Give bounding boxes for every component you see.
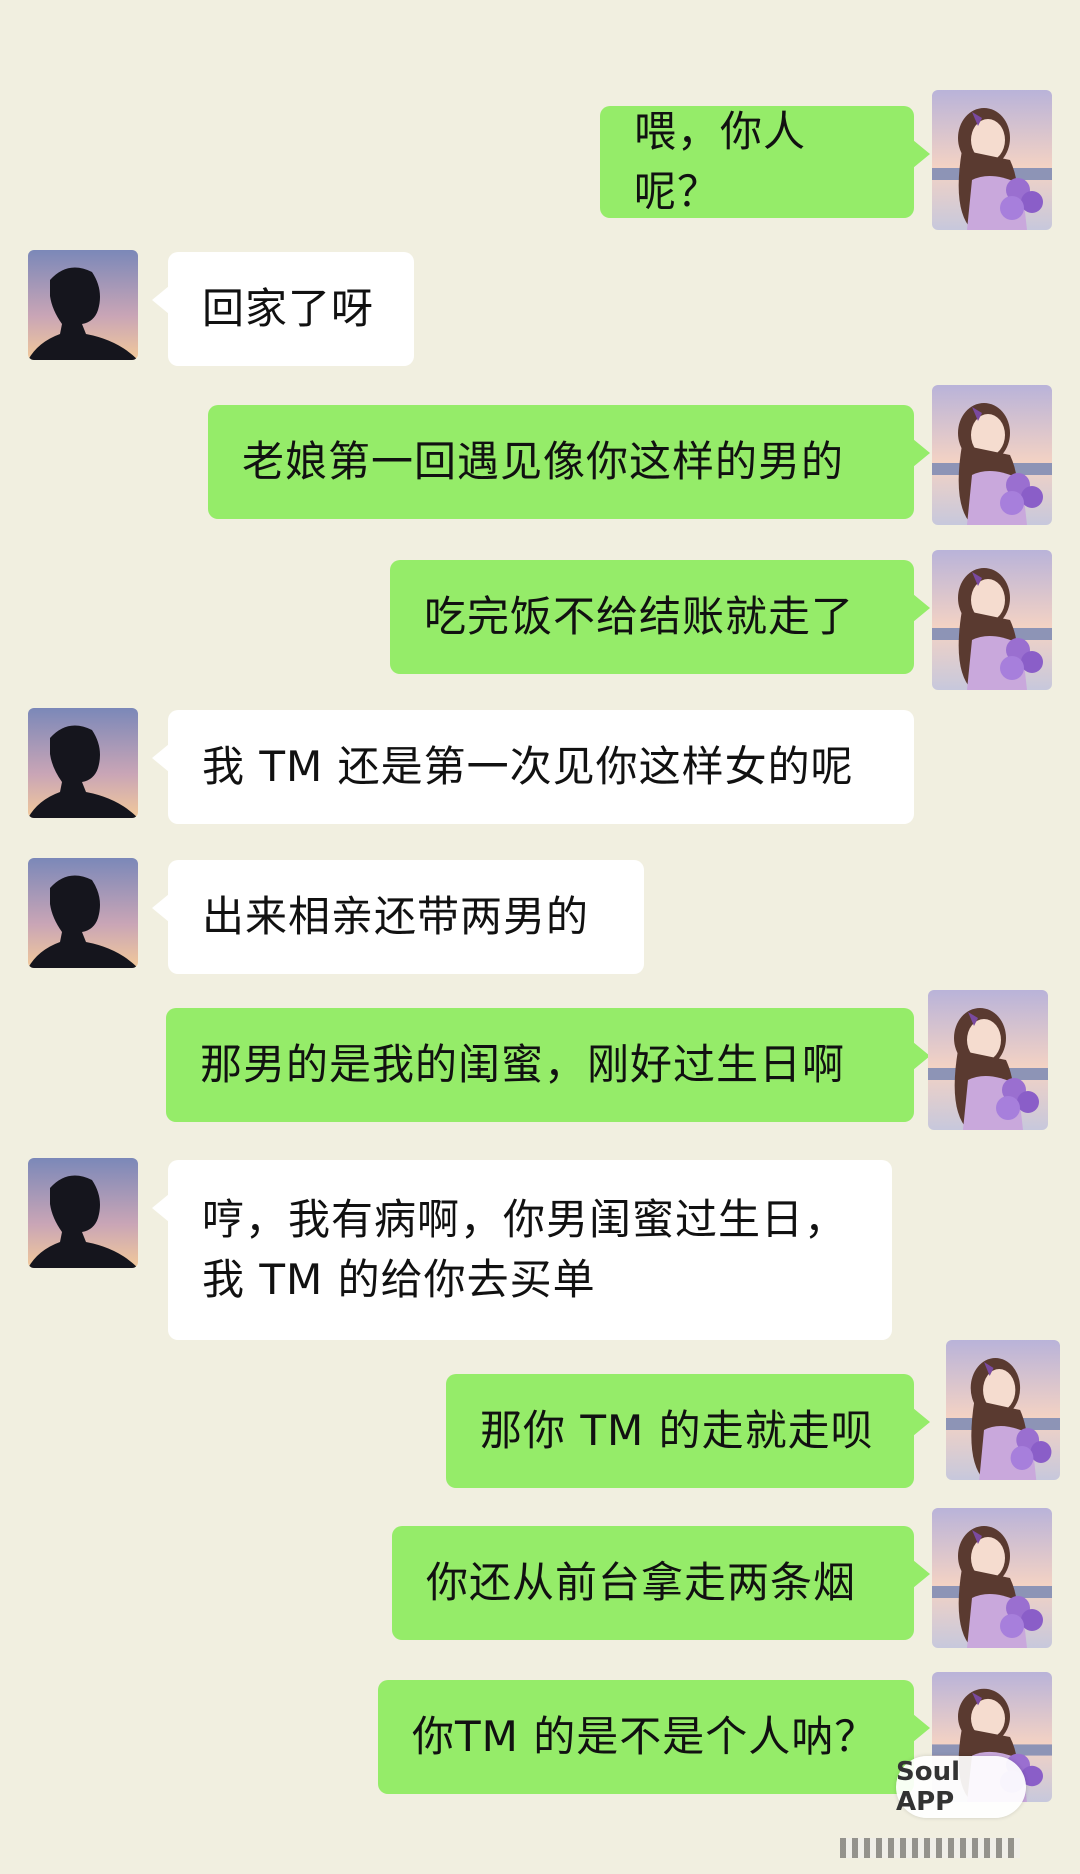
message-text: 回家了呀 (202, 284, 375, 333)
message-text: 那男的是我的闺蜜，刚好过生日啊 (200, 1040, 846, 1089)
received-bubble[interactable]: 我 TM 还是第一次见你这样女的呢 (152, 710, 914, 824)
watermark-barcode (840, 1838, 1020, 1858)
sent-bubble[interactable]: 吃完饭不给结账就走了 (390, 560, 930, 674)
message-text: 你还从前台拿走两条烟 (426, 1558, 857, 1607)
male-silhouette-avatar-icon[interactable] (28, 250, 138, 360)
male-silhouette-avatar-icon[interactable] (28, 1158, 138, 1268)
message-text: 你TM 的是不是个人呐？ (412, 1712, 878, 1761)
received-bubble[interactable]: 出来相亲还带两男的 (152, 860, 644, 974)
sent-bubble[interactable]: 老娘第一回遇见像你这样的男的 (208, 405, 930, 519)
girl-avatar-icon[interactable] (946, 1340, 1060, 1480)
message-text: 喂，你人呢？ (634, 107, 807, 216)
message-text-line-1: 哼，我有病啊，你男闺蜜过生日， (202, 1195, 848, 1244)
girl-avatar-icon[interactable] (932, 90, 1052, 230)
message-text-line-2: 我 TM 的给你去买单 (202, 1255, 596, 1304)
male-silhouette-avatar-icon[interactable] (28, 708, 138, 818)
sent-bubble[interactable]: 你TM 的是不是个人呐？ (378, 1680, 930, 1794)
soul-app-watermark: Soul APP (896, 1756, 1026, 1818)
sent-bubble[interactable]: 那你 TM 的走就走呗 (446, 1374, 930, 1488)
girl-avatar-icon[interactable] (932, 1508, 1052, 1648)
received-bubble[interactable]: 哼，我有病啊，你男闺蜜过生日， 我 TM 的给你去买单 (152, 1160, 892, 1340)
sent-bubble[interactable]: 喂，你人呢？ (600, 106, 930, 218)
message-text: 出来相亲还带两男的 (202, 892, 590, 941)
message-text: 老娘第一回遇见像你这样的男的 (242, 437, 845, 486)
received-bubble[interactable]: 回家了呀 (152, 252, 414, 366)
message-text: 那你 TM 的走就走呗 (480, 1406, 874, 1455)
message-text: 我 TM 还是第一次见你这样女的呢 (202, 742, 854, 791)
girl-avatar-icon[interactable] (928, 990, 1048, 1130)
sent-bubble[interactable]: 那男的是我的闺蜜，刚好过生日啊 (166, 1008, 930, 1122)
chat-window: 喂，你人呢？ 回家了呀 老娘第一回遇见像你这样的男的 吃完饭不给结账就走了 我 … (0, 0, 1080, 1874)
sent-bubble[interactable]: 你还从前台拿走两条烟 (392, 1526, 930, 1640)
male-silhouette-avatar-icon[interactable] (28, 858, 138, 968)
girl-avatar-icon[interactable] (932, 385, 1052, 525)
message-text: 吃完饭不给结账就走了 (424, 592, 855, 641)
girl-avatar-icon[interactable] (932, 550, 1052, 690)
